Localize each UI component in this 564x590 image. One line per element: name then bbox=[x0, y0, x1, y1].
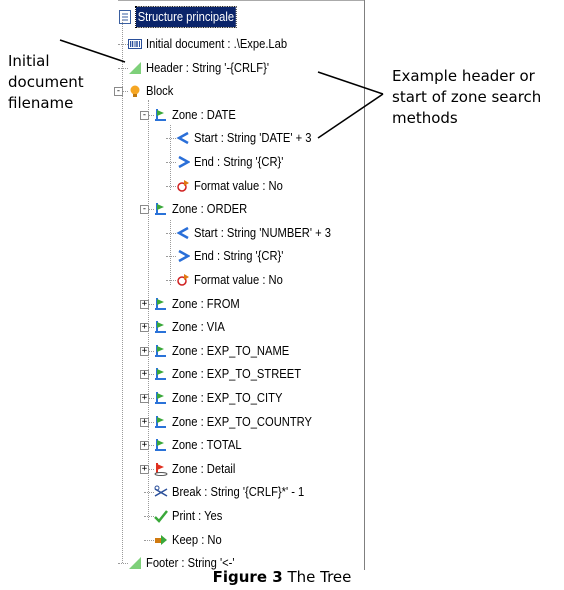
callout-header-search-methods: Example header or start of zone search m… bbox=[392, 66, 541, 129]
callout-line: methods bbox=[392, 109, 458, 127]
figure-title: The Tree bbox=[282, 568, 352, 586]
callout-line: Example header or bbox=[392, 67, 535, 85]
figure-number: Figure 3 bbox=[212, 568, 283, 586]
figure-caption: Figure 3 The Tree bbox=[0, 568, 564, 586]
callout-line: start of zone search bbox=[392, 88, 542, 106]
right-pointer-line-lower bbox=[317, 93, 384, 139]
right-pointer-line-upper bbox=[317, 71, 384, 95]
left-pointer-line bbox=[59, 39, 126, 63]
